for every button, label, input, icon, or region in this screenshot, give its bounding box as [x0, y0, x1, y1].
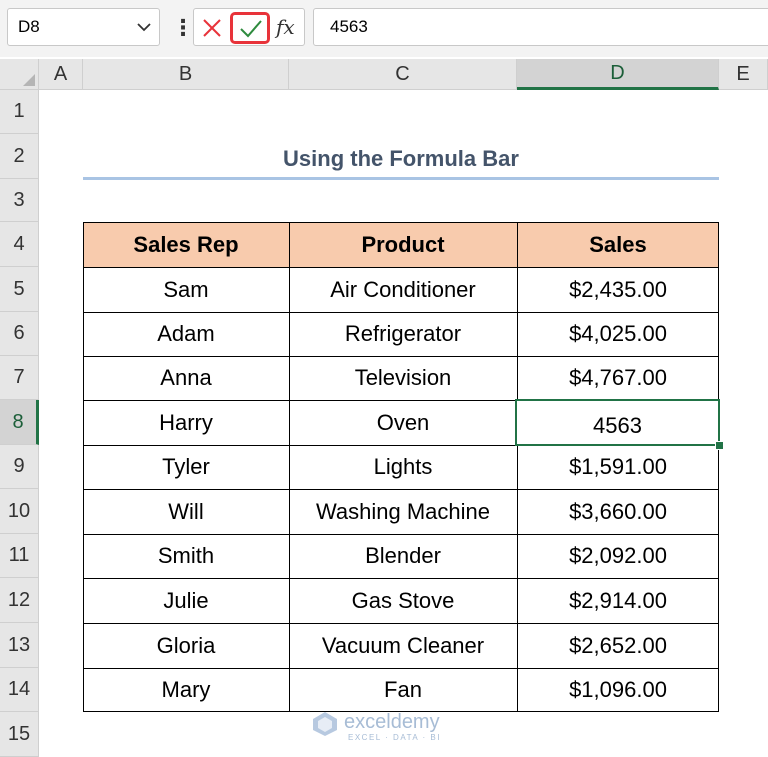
cell-product[interactable]: Vacuum Cleaner: [289, 623, 517, 668]
enter-button[interactable]: [230, 12, 270, 44]
cancel-icon[interactable]: [201, 17, 223, 39]
table-gridline: [83, 356, 719, 357]
column-header-a[interactable]: A: [39, 59, 83, 90]
row-header-4[interactable]: 4: [0, 222, 39, 267]
cell-sales[interactable]: $3,660.00: [517, 489, 719, 534]
cell-sales-rep[interactable]: Mary: [83, 668, 289, 712]
column-header-b[interactable]: B: [83, 59, 289, 90]
fill-handle[interactable]: [715, 441, 724, 450]
sheet-title[interactable]: Using the Formula Bar: [83, 141, 719, 176]
cell-sales[interactable]: $4,025.00: [517, 312, 719, 356]
table-gridline: [83, 668, 719, 669]
formula-bar: D8 ⋮ fx 4563: [0, 0, 768, 57]
exceldemy-watermark: exceldemy EXCEL · DATA · BI: [312, 709, 462, 745]
cell-sales-rep[interactable]: Gloria: [83, 623, 289, 668]
row-header-13[interactable]: 13: [0, 623, 39, 668]
cell-sales-rep[interactable]: Julie: [83, 578, 289, 623]
row-header-5[interactable]: 5: [0, 267, 39, 312]
cell-sales-rep[interactable]: Harry: [83, 400, 289, 445]
row-header-2[interactable]: 2: [0, 134, 39, 179]
row-header-11[interactable]: 11: [0, 534, 39, 578]
cell-product[interactable]: Washing Machine: [289, 489, 517, 534]
table-gridline: [83, 623, 719, 624]
table-gridline: [517, 222, 518, 712]
title-underline: [83, 177, 719, 180]
cell-product[interactable]: Gas Stove: [289, 578, 517, 623]
insert-function-button[interactable]: fx: [276, 12, 302, 42]
cell-sales-rep[interactable]: Will: [83, 489, 289, 534]
more-options-icon[interactable]: ⋮: [172, 17, 194, 39]
cell-sales[interactable]: $2,914.00: [517, 578, 719, 623]
select-all-button[interactable]: [0, 59, 39, 90]
table-gridline: [83, 578, 719, 579]
cell-sales-rep[interactable]: Tyler: [83, 445, 289, 489]
formula-input[interactable]: 4563: [313, 8, 768, 46]
table-gridline: [83, 534, 719, 535]
row-header-10[interactable]: 10: [0, 489, 39, 534]
cell-product[interactable]: Oven: [289, 400, 517, 445]
cell-product[interactable]: Air Conditioner: [289, 267, 517, 312]
active-cell-value: 4563: [593, 412, 642, 438]
row-header-8[interactable]: 8: [0, 400, 39, 445]
formula-buttons: fx: [193, 8, 305, 46]
cell-sales-rep[interactable]: Adam: [83, 312, 289, 356]
table-gridline: [289, 222, 290, 712]
cell-sales[interactable]: $2,435.00: [517, 267, 719, 312]
name-box[interactable]: D8: [7, 8, 160, 46]
checkmark-icon: [240, 20, 262, 38]
cell-product[interactable]: Television: [289, 356, 517, 400]
column-header-d[interactable]: D: [517, 59, 719, 90]
row-header-1[interactable]: 1: [0, 90, 39, 134]
watermark-tagline: EXCEL · DATA · BI: [348, 733, 441, 742]
row-header-3[interactable]: 3: [0, 179, 39, 222]
row-header-6[interactable]: 6: [0, 312, 39, 356]
row-header-7[interactable]: 7: [0, 356, 39, 400]
cell-sales[interactable]: $2,652.00: [517, 623, 719, 668]
cell-sales-rep[interactable]: Sam: [83, 267, 289, 312]
header-sales-rep[interactable]: Sales Rep: [83, 222, 289, 267]
cell-product[interactable]: Refrigerator: [289, 312, 517, 356]
cell-sales-rep[interactable]: Anna: [83, 356, 289, 400]
watermark-name: exceldemy: [344, 711, 440, 733]
cell-product[interactable]: Blender: [289, 534, 517, 578]
active-cell-d8[interactable]: 4563: [515, 399, 720, 446]
chevron-down-icon[interactable]: [137, 21, 151, 33]
cell-product[interactable]: Lights: [289, 445, 517, 489]
exceldemy-logo-icon: [313, 712, 337, 736]
header-sales[interactable]: Sales: [517, 222, 719, 267]
column-header-c[interactable]: C: [289, 59, 517, 90]
column-header-e[interactable]: E: [719, 59, 768, 90]
row-header-15[interactable]: 15: [0, 712, 39, 757]
row-header-12[interactable]: 12: [0, 578, 39, 623]
header-product[interactable]: Product: [289, 222, 517, 267]
cell-sales[interactable]: $1,591.00: [517, 445, 719, 489]
table-gridline: [83, 489, 719, 490]
cell-sales[interactable]: $4,767.00: [517, 356, 719, 400]
cell-sales-rep[interactable]: Smith: [83, 534, 289, 578]
row-header-9[interactable]: 9: [0, 445, 39, 489]
table-gridline: [83, 312, 719, 313]
cell-product[interactable]: Fan: [289, 668, 517, 712]
table-gridline: [83, 267, 719, 268]
cell-sales[interactable]: $1,096.00: [517, 668, 719, 712]
cell-sales[interactable]: $2,092.00: [517, 534, 719, 578]
row-header-14[interactable]: 14: [0, 668, 39, 712]
name-box-value: D8: [18, 17, 40, 36]
